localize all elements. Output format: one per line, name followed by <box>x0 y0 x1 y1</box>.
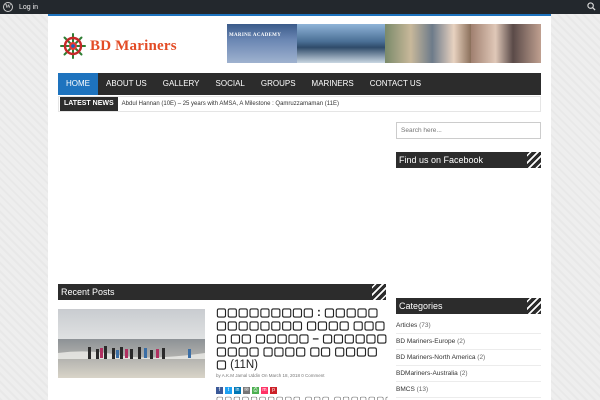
category-count: (2) <box>457 338 466 345</box>
nav-home[interactable]: HOME <box>58 73 98 95</box>
stripes-decoration <box>527 152 541 168</box>
banner-ship-photo <box>297 24 385 63</box>
email-share-icon[interactable]: ✉ <box>243 387 250 394</box>
categories-widget-title: Categories <box>396 298 541 314</box>
nav-about-us[interactable]: ABOUT US <box>98 73 155 95</box>
page-container: BD Mariners MARINE ACADEMY HOME ABOUT US… <box>48 16 551 400</box>
post-meta: by A.K.M Jamal Uddin On March 18, 2018 0… <box>216 373 325 378</box>
banner-group-photo <box>385 24 471 63</box>
search-icon[interactable] <box>587 2 596 11</box>
post-title[interactable]: ▢▢▢▢▢▢▢▢▢ : ▢▢▢▢▢▢▢▢▢▢▢▢▢ ▢▢▢▢ ▢▢▢▢ ▢▢ ▢… <box>216 307 388 372</box>
list-item[interactable]: BMCS (13) <box>396 382 541 398</box>
admin-bar: W Log in <box>0 0 600 14</box>
linkedin-share-icon[interactable]: in <box>234 387 241 394</box>
category-name: BDMariners-Australia <box>396 370 458 377</box>
post-thumbnail[interactable] <box>58 309 205 378</box>
post-title-batch: (11N) <box>230 359 258 371</box>
list-item[interactable]: Articles (73) <box>396 318 541 334</box>
ship-wheel-icon <box>60 33 86 59</box>
wordpress-icon[interactable]: W <box>3 2 13 12</box>
print-share-icon[interactable]: ⎙ <box>252 387 259 394</box>
category-name: BMCS <box>396 386 415 393</box>
categories-list: Articles (73) BD Mariners-Europe (2) BD … <box>396 318 541 398</box>
messenger-share-icon[interactable]: m <box>261 387 268 394</box>
nav-contact-us[interactable]: CONTACT US <box>362 73 429 95</box>
recent-posts-title-text: Recent Posts <box>61 287 115 297</box>
list-item[interactable]: BD Mariners-Europe (2) <box>396 334 541 350</box>
latest-news-ticker: LATEST NEWS Abdul Hannan (10E) – 25 year… <box>58 96 541 112</box>
site-title: BD Mariners <box>90 37 177 54</box>
header-banner: MARINE ACADEMY <box>227 24 541 63</box>
category-name: BD Mariners-Europe <box>396 338 456 345</box>
nav-social[interactable]: SOCIAL <box>208 73 253 95</box>
main-nav: HOME ABOUT US GALLERY SOCIAL GROUPS MARI… <box>58 73 541 95</box>
facebook-widget-title-text: Find us on Facebook <box>399 155 484 165</box>
banner-academy-text: MARINE ACADEMY <box>229 33 282 38</box>
banner-event-photo <box>471 24 541 63</box>
site-logo[interactable]: BD Mariners <box>60 33 177 59</box>
category-name: Articles <box>396 322 418 329</box>
nav-gallery[interactable]: GALLERY <box>155 73 208 95</box>
nav-mariners[interactable]: MARINERS <box>304 73 362 95</box>
share-buttons: f t in ✉ ⎙ m p <box>216 387 277 394</box>
facebook-widget-title: Find us on Facebook <box>396 152 541 168</box>
category-count: (2) <box>459 370 468 377</box>
category-count: (73) <box>419 322 431 329</box>
twitter-share-icon[interactable]: t <box>225 387 232 394</box>
category-name: BD Mariners-North America <box>396 354 476 361</box>
stripes-decoration <box>527 298 541 314</box>
list-item[interactable]: BD Mariners-North America (2) <box>396 350 541 366</box>
recent-posts-title: Recent Posts <box>58 284 386 300</box>
latest-news-link[interactable]: Abdul Hannan (10E) – 25 years with AMSA,… <box>122 101 339 107</box>
latest-news-label: LATEST NEWS <box>60 97 118 111</box>
banner-academy-photo: MARINE ACADEMY <box>227 24 297 63</box>
search-input[interactable] <box>396 122 541 139</box>
category-count: (2) <box>477 354 486 361</box>
facebook-share-icon[interactable]: f <box>216 387 223 394</box>
login-link[interactable]: Log in <box>19 4 38 11</box>
categories-widget-title-text: Categories <box>399 301 443 311</box>
category-count: (13) <box>416 386 429 393</box>
pinterest-share-icon[interactable]: p <box>270 387 277 394</box>
list-item[interactable]: BDMariners-Australia (2) <box>396 366 541 382</box>
nav-groups[interactable]: GROUPS <box>253 73 304 95</box>
stripes-decoration <box>372 284 386 300</box>
post-excerpt: ▢▢▢▢▢▢▢▢▢▢ ▢▢▢ ▢▢▢▢▢▢▢▢▢▢▢ <box>216 395 388 400</box>
